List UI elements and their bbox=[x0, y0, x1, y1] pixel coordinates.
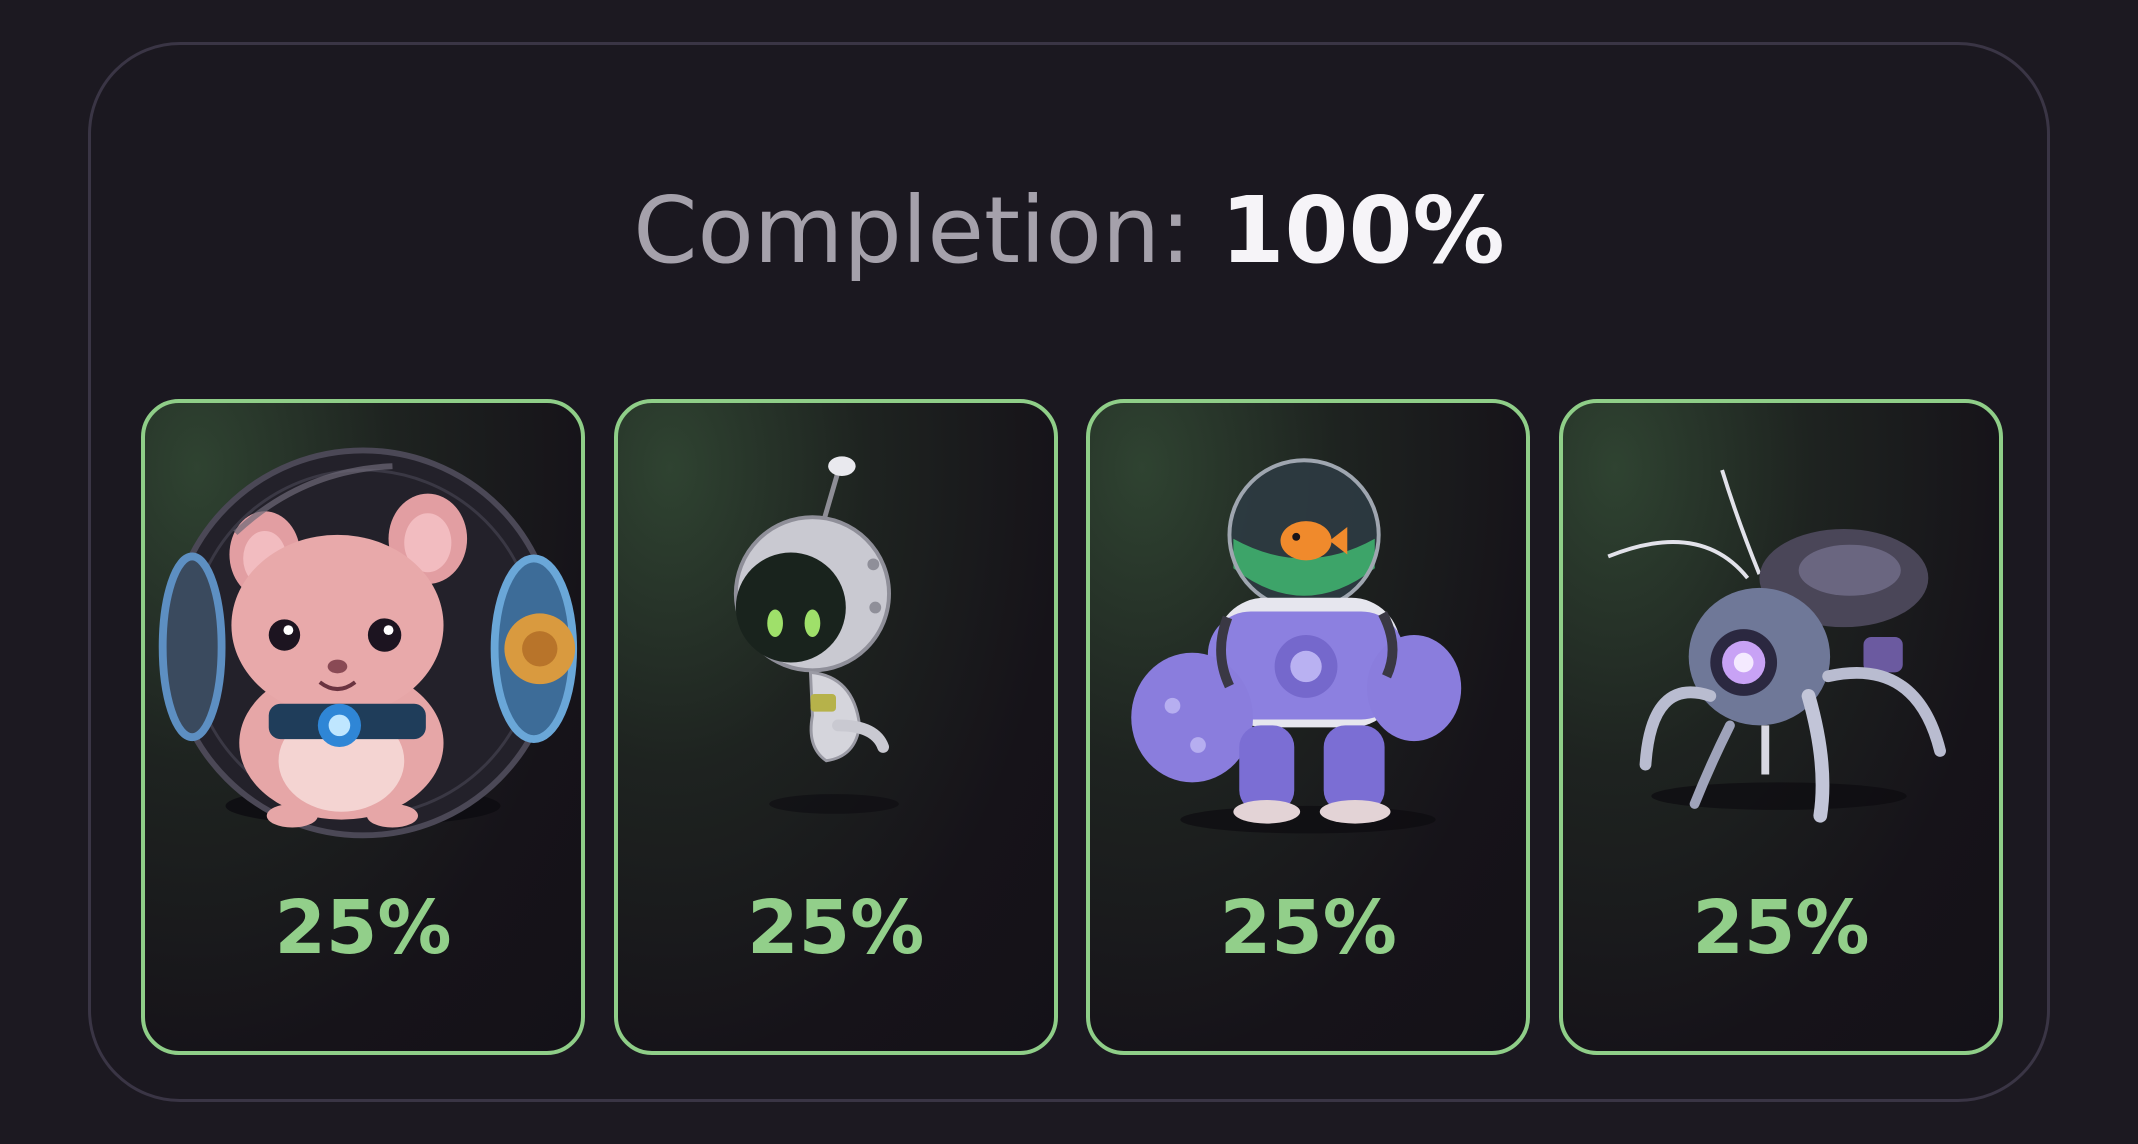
fishbowl-mech-icon bbox=[1090, 427, 1526, 847]
card-percent: 25% bbox=[1219, 885, 1397, 971]
card-percent: 25% bbox=[274, 885, 452, 971]
character-card-hamster[interactable]: 25% bbox=[141, 399, 585, 1055]
completion-label: Completion: bbox=[633, 177, 1192, 284]
astronaut-robot-icon bbox=[618, 427, 1054, 847]
hamster-in-ball-icon bbox=[145, 427, 581, 847]
character-card-astronaut[interactable]: 25% bbox=[613, 399, 1058, 1055]
completion-header: Completion: 100% bbox=[91, 185, 2047, 277]
completion-value: 100% bbox=[1220, 177, 1505, 284]
spider-bot-icon bbox=[1563, 427, 1999, 847]
character-cards: 25% 25% 25% 25% bbox=[141, 399, 2003, 1055]
character-card-fishbowl-mech[interactable]: 25% bbox=[1086, 399, 1531, 1055]
character-card-spider-bot[interactable]: 25% bbox=[1558, 399, 2003, 1055]
card-percent: 25% bbox=[1692, 885, 1870, 971]
completion-panel: Completion: 100% 25% 25% 25% 25% bbox=[88, 42, 2050, 1102]
card-percent: 25% bbox=[747, 885, 925, 971]
